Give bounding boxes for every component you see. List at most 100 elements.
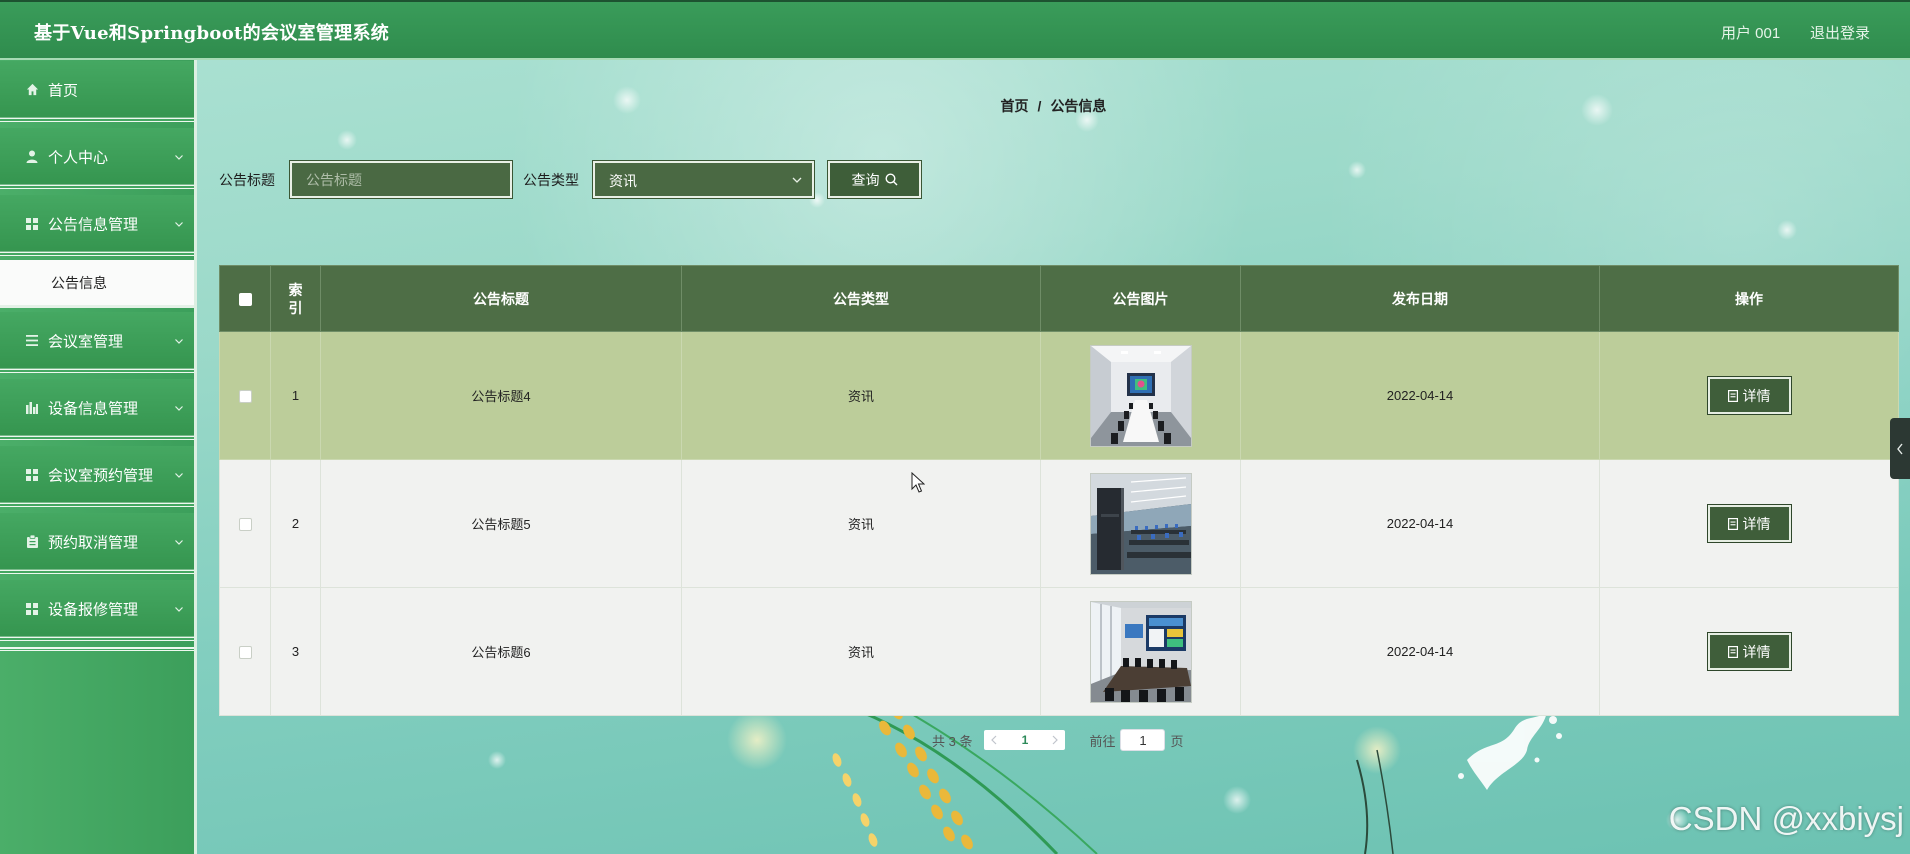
query-button[interactable]: 查询	[828, 161, 921, 198]
sidebar-item-label: 设备报修管理	[48, 601, 139, 618]
chevron-down-icon	[175, 338, 183, 344]
sidebar-item-device-management[interactable]: 设备信息管理	[0, 379, 194, 440]
column-header-index: 索引	[270, 265, 321, 332]
pagination-total: 共 3 条	[932, 733, 973, 749]
column-header-title: 公告标题	[320, 265, 682, 332]
sidebar-item-repair-management[interactable]: 设备报修管理	[0, 580, 194, 641]
logout-link[interactable]: 退出登录	[1810, 22, 1870, 43]
sidebar-item-room-management[interactable]: 会议室管理	[0, 312, 194, 373]
cell-index: 3	[270, 587, 321, 716]
goto-label: 前往	[1089, 733, 1116, 749]
cell-action: 详情	[1599, 587, 1899, 716]
home-icon	[25, 83, 39, 97]
chevron-down-icon	[175, 606, 183, 612]
sidebar-item-label: 设备信息管理	[48, 400, 139, 417]
row-checkbox[interactable]	[238, 518, 252, 532]
notice-image[interactable]	[1090, 345, 1191, 446]
breadcrumb-separator: /	[1037, 98, 1042, 114]
cell-image	[1040, 331, 1241, 460]
cell-title: 公告标题6	[320, 587, 682, 716]
list-icon	[25, 334, 39, 348]
cell-title: 公告标题5	[320, 459, 682, 588]
sidebar-item-profile[interactable]: 个人中心	[0, 128, 194, 189]
grid-icon	[25, 602, 39, 616]
row-checkbox[interactable]	[238, 646, 252, 660]
table-row[interactable]: 3 公告标题6 资讯 2022-04-14 详情	[219, 587, 1899, 716]
chevron-down-icon	[175, 539, 183, 545]
cell-index: 2	[270, 459, 321, 588]
detail-button-label: 详情	[1742, 643, 1771, 660]
notice-image[interactable]	[1090, 601, 1191, 702]
cell-type: 资讯	[681, 587, 1041, 716]
top-header: 基于Vue和Springboot的会议室管理系统 用户 001 退出登录	[0, 0, 1910, 60]
sidebar: 首页 个人中心 公告信息管理 公告信息 会议室管理 设备信息管理 会议室预约管理…	[0, 60, 197, 854]
cell-date: 2022-04-14	[1240, 459, 1600, 588]
detail-button[interactable]: 详情	[1707, 505, 1791, 542]
document-icon	[1727, 645, 1738, 658]
page-number-current[interactable]: 1	[1022, 733, 1029, 747]
sidebar-menu: 首页 个人中心 公告信息管理 公告信息 会议室管理 设备信息管理 会议室预约管理…	[0, 61, 194, 651]
chevron-down-icon	[792, 177, 802, 183]
query-button-label: 查询	[851, 171, 880, 188]
table-row[interactable]: 2 公告标题5 资讯 2022-04-14 详情	[219, 459, 1899, 588]
user-icon	[25, 150, 39, 164]
grid-icon	[25, 468, 39, 482]
chevron-down-icon	[175, 405, 183, 411]
chevron-right-icon[interactable]	[1051, 735, 1059, 745]
chevron-down-icon	[175, 472, 183, 478]
title-filter-label: 公告标题	[219, 172, 275, 188]
column-header-select	[219, 265, 271, 332]
row-select-cell	[219, 459, 271, 588]
sidebar-item-label: 预约取消管理	[48, 534, 139, 551]
side-panel-toggle[interactable]	[1890, 418, 1910, 479]
title-search-input[interactable]	[290, 161, 512, 198]
grid-icon	[25, 217, 39, 231]
sidebar-subitem-notice-info[interactable]: 公告信息	[0, 260, 194, 308]
detail-button[interactable]: 详情	[1707, 633, 1791, 670]
goto-page-input[interactable]	[1120, 729, 1166, 751]
select-all-checkbox[interactable]	[238, 293, 252, 307]
sidebar-item-reservation-management[interactable]: 会议室预约管理	[0, 446, 194, 507]
breadcrumb: 首页 / 公告信息	[197, 96, 1910, 116]
chevron-left-icon	[1897, 443, 1903, 454]
sidebar-item-label: 会议室预约管理	[48, 467, 154, 484]
column-header-image: 公告图片	[1040, 265, 1241, 332]
watermark: CSDN @xxbiysj	[1668, 800, 1904, 837]
sidebar-item-label: 首页	[48, 82, 79, 99]
notice-table: 索引 公告标题 公告类型 公告图片 发布日期 操作 1 公告标题4 资讯 202…	[219, 265, 1899, 716]
goto-suffix: 页	[1170, 733, 1184, 749]
cell-action: 详情	[1599, 331, 1899, 460]
sidebar-item-cancellation-management[interactable]: 预约取消管理	[0, 513, 194, 574]
breadcrumb-home[interactable]: 首页	[1001, 98, 1029, 114]
column-header-date: 发布日期	[1240, 265, 1600, 332]
sidebar-item-label: 会议室管理	[48, 333, 124, 350]
cell-date: 2022-04-14	[1240, 587, 1600, 716]
sidebar-item-notice-management[interactable]: 公告信息管理	[0, 195, 194, 256]
table-row[interactable]: 1 公告标题4 资讯 2022-04-14 详情	[219, 331, 1899, 460]
cell-date: 2022-04-14	[1240, 331, 1600, 460]
sidebar-subitem-label: 公告信息	[51, 274, 107, 291]
chevron-down-icon	[175, 221, 183, 227]
notice-image[interactable]	[1090, 473, 1191, 574]
type-filter-label: 公告类型	[523, 172, 579, 188]
table-header-row: 索引 公告标题 公告类型 公告图片 发布日期 操作	[219, 265, 1899, 332]
sidebar-item-label: 公告信息管理	[48, 216, 139, 233]
chart-icon	[25, 401, 39, 415]
document-icon	[1727, 389, 1738, 402]
cell-type: 资讯	[681, 459, 1041, 588]
sidebar-item-home[interactable]: 首页	[0, 61, 194, 122]
chevron-left-icon[interactable]	[990, 735, 998, 745]
row-checkbox[interactable]	[238, 390, 252, 404]
type-select[interactable]: 资讯	[593, 161, 814, 198]
cell-index: 1	[270, 331, 321, 460]
detail-button-label: 详情	[1742, 387, 1771, 404]
column-header-type: 公告类型	[681, 265, 1041, 332]
search-icon	[884, 173, 897, 186]
sidebar-item-label: 个人中心	[48, 149, 109, 166]
pagination: 共 3 条 1 前往 页	[932, 729, 1184, 751]
column-header-action: 操作	[1599, 265, 1899, 332]
cell-title: 公告标题4	[320, 331, 682, 460]
detail-button[interactable]: 详情	[1707, 377, 1791, 414]
breadcrumb-current: 公告信息	[1050, 98, 1107, 114]
water-splash	[1458, 712, 1562, 790]
